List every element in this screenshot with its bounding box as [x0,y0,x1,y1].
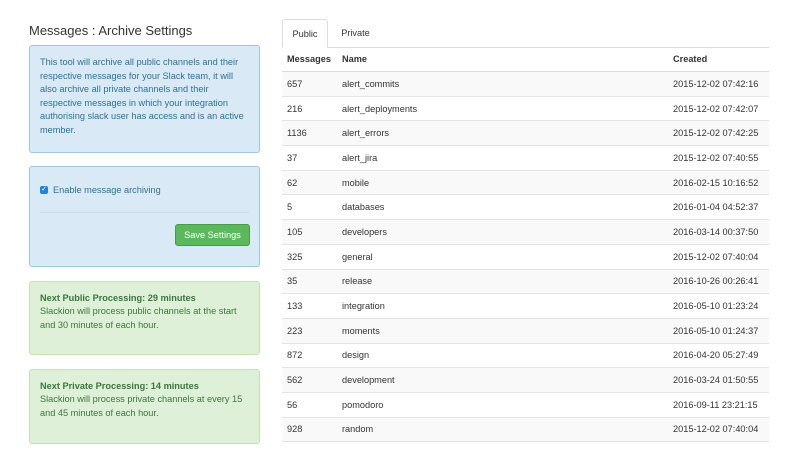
column-header-name[interactable]: Name [337,47,668,72]
table-row: 223 moments 2016-05-10 01:24:37 [282,318,769,344]
page-title: Messages : Archive Settings [29,23,193,38]
cell-name: design [337,343,668,369]
cell-messages: 62 [282,170,337,196]
cell-messages: 223 [282,318,337,344]
cell-name: pomodoro [337,392,668,418]
cell-messages: 56 [282,392,337,418]
cell-created: 2015-12-02 07:40:04 [668,417,769,443]
archive-info-text: This tool will archive all public channe… [40,57,244,135]
private-processing-panel: Next Private Processing: 14 minutes Slac… [29,369,260,444]
table-row: 928 random 2015-12-02 07:40:04 [282,417,769,443]
cell-created: 2016-09-11 23:21:15 [668,392,769,418]
cell-messages: 216 [282,96,337,122]
cell-name: development [337,367,668,393]
channels-table: Messages Name Created 657 alert_commits 20… [282,47,769,443]
cell-name: random [337,417,668,443]
archiving-checkbox-label[interactable]: Enable message archiving [53,185,161,195]
public-processing-text: Slackion will process public channels at… [40,306,237,330]
cell-created: 2016-04-20 05:27:49 [668,343,769,369]
column-header-messages[interactable]: Messages [282,47,337,72]
archive-info-panel: This tool will archive all public channe… [29,45,260,153]
settings-panel: ✓ Enable message archiving Save Settings [29,166,260,267]
table-row: 62 mobile 2016-02-15 10:16:52 [282,170,769,196]
cell-name: alert_deployments [337,96,668,122]
table-row: 37 alert_jira 2015-12-02 07:40:55 [282,145,769,171]
cell-created: 2015-12-02 07:40:04 [668,244,769,270]
cell-messages: 1136 [282,120,337,147]
cell-messages: 5 [282,194,337,221]
tab-public[interactable]: Public [282,19,328,48]
cell-created: 2015-12-02 07:42:16 [668,71,769,97]
cell-name: alert_jira [337,145,668,171]
table-row: 1136 alert_errors 2015-12-02 07:42:25 [282,120,769,147]
cell-name: mobile [337,170,668,196]
public-processing-heading: Next Public Processing: 29 minutes [40,293,196,303]
cell-created: 2016-03-14 00:37:50 [668,219,769,245]
cell-name: databases [337,194,668,221]
cell-created: 2016-05-10 01:23:24 [668,293,769,319]
table-row: 133 integration 2016-05-10 01:23:24 [282,293,769,319]
public-processing-panel: Next Public Processing: 29 minutes Slack… [29,281,260,355]
cell-name: developers [337,219,668,245]
private-processing-heading: Next Private Processing: 14 minutes [40,381,199,391]
cell-messages: 562 [282,367,337,393]
cell-created: 2016-02-15 10:16:52 [668,170,769,196]
table-row: 657 alert_commits 2015-12-02 07:42:16 [282,71,769,97]
cell-name: general [337,244,668,270]
cell-messages: 657 [282,71,337,97]
table-row: 872 design 2016-04-20 05:27:49 [282,343,769,369]
cell-messages: 133 [282,293,337,319]
cell-created: 2016-05-10 01:24:37 [668,318,769,344]
cell-messages: 105 [282,219,337,245]
cell-messages: 928 [282,417,337,443]
cell-messages: 37 [282,145,337,171]
settings-divider [40,212,249,213]
archiving-checkbox-row[interactable]: ✓ Enable message archiving [40,185,161,195]
archiving-checkbox[interactable]: ✓ [40,186,48,194]
save-settings-button[interactable]: Save Settings [175,224,250,246]
cell-created: 2015-12-02 07:42:25 [668,120,769,147]
cell-messages: 35 [282,269,337,295]
channels-table-body: 657 alert_commits 2015-12-02 07:42:16 216 al… [282,71,769,443]
cell-created: 2016-03-24 01:50:55 [668,367,769,393]
cell-name: integration [337,293,668,319]
cell-name: alert_commits [337,71,668,97]
table-row: 216 alert_deployments 2015-12-02 07:42:07 [282,96,769,122]
table-row: 562 development 2016-03-24 01:50:55 [282,367,769,393]
table-row: 5 databases 2016-01-04 04:52:37 [282,194,769,221]
column-header-created[interactable]: Created [668,47,769,72]
tab-private[interactable]: Private [332,19,379,47]
table-row: 56 pomodoro 2016-09-11 23:21:15 [282,392,769,418]
cell-messages: 325 [282,244,337,270]
cell-name: release [337,269,668,295]
cell-messages: 872 [282,343,337,369]
table-row: 35 release 2016-10-26 00:26:41 [282,269,769,295]
cell-created: 2016-10-26 00:26:41 [668,269,769,295]
table-header-row: Messages Name Created [282,47,769,72]
table-row: 325 general 2015-12-02 07:40:04 [282,244,769,270]
table-row: 105 developers 2016-03-14 00:37:50 [282,219,769,245]
cell-name: moments [337,318,668,344]
cell-created: 2016-01-04 04:52:37 [668,194,769,221]
cell-created: 2015-12-02 07:42:07 [668,96,769,122]
private-processing-text: Slackion will process private channels a… [40,394,243,418]
channel-tabs: Public Private [282,19,769,48]
cell-name: alert_errors [337,120,668,147]
cell-created: 2015-12-02 07:40:55 [668,145,769,171]
